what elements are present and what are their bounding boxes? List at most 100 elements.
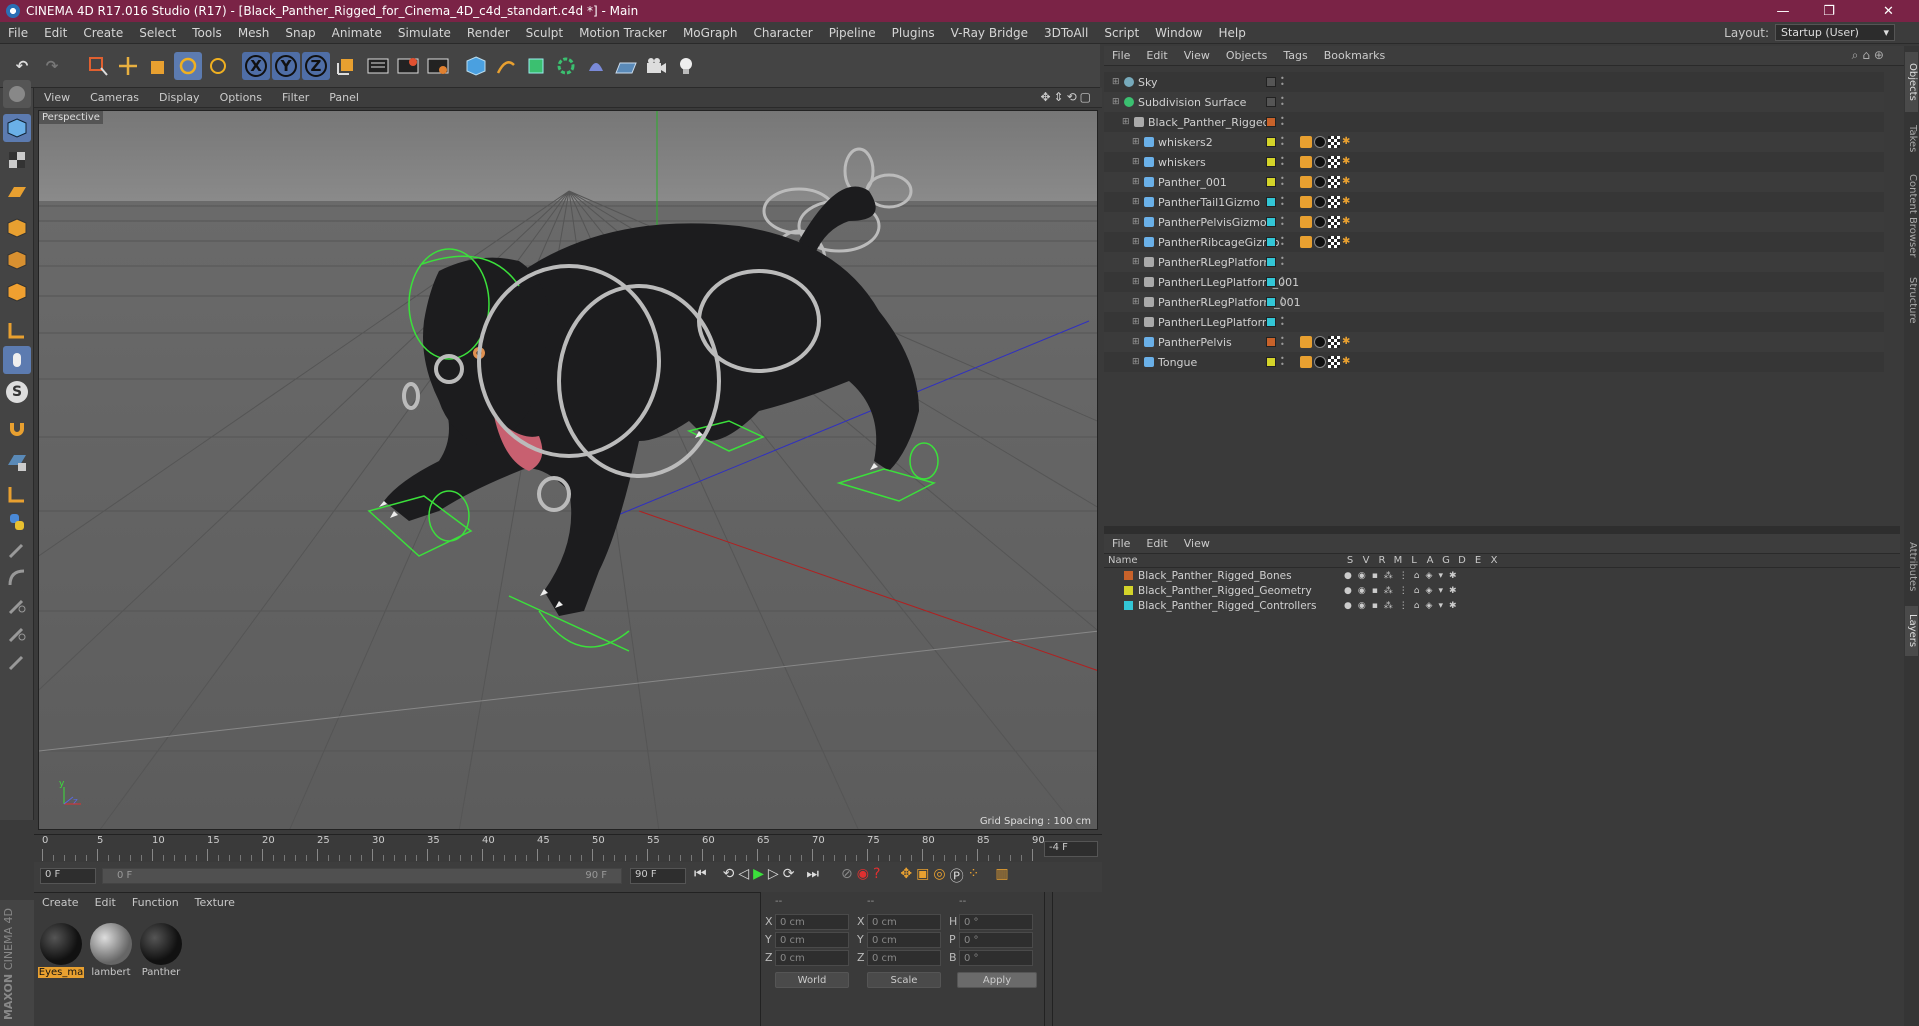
tag-icons[interactable]: ✱ bbox=[1300, 136, 1354, 148]
subdivision-surface-icon[interactable] bbox=[522, 52, 550, 80]
visibility-dots-icon[interactable]: • • bbox=[1280, 295, 1285, 309]
camera-icon[interactable] bbox=[642, 52, 670, 80]
expand-icon[interactable]: ⊞ bbox=[1132, 237, 1140, 247]
tag-icons[interactable]: ✱ bbox=[1300, 236, 1354, 248]
visibility-dots-icon[interactable]: • • bbox=[1280, 175, 1285, 189]
visibility-dots-icon[interactable]: • • bbox=[1280, 335, 1285, 349]
key-rotation-icon[interactable]: ◎ bbox=[933, 866, 945, 886]
menu-sculpt[interactable]: Sculpt bbox=[518, 26, 571, 40]
layer-color-swatch[interactable] bbox=[1266, 357, 1276, 367]
perspective-viewport[interactable]: Perspective Grid Spacing : 100 cm y z bbox=[38, 110, 1098, 830]
twist-tool-icon[interactable] bbox=[3, 592, 31, 620]
objects-menu-edit[interactable]: Edit bbox=[1138, 49, 1175, 62]
object-row[interactable]: ⊞ PantherPelvisGizmo • • ✱ bbox=[1104, 212, 1884, 232]
smooth-tool-icon[interactable] bbox=[3, 648, 31, 676]
end-frame-field[interactable]: 90 F bbox=[630, 868, 686, 884]
autokey-icon[interactable]: ? bbox=[873, 866, 880, 886]
layer-row[interactable]: Black_Panther_Rigged_Controllers ●◉▪⁂⋮⌂◈▾… bbox=[1104, 598, 1884, 613]
menu-edit[interactable]: Edit bbox=[36, 26, 75, 40]
menu-tools[interactable]: Tools bbox=[184, 26, 230, 40]
visibility-dots-icon[interactable]: • • bbox=[1280, 195, 1285, 209]
live-selection-icon[interactable] bbox=[84, 52, 112, 80]
object-row[interactable]: ⊞ PantherTail1Gizmo • • ✱ bbox=[1104, 192, 1884, 212]
menu-plugins[interactable]: Plugins bbox=[884, 26, 943, 40]
move-tool-icon[interactable] bbox=[114, 52, 142, 80]
objects-menu-bookmarks[interactable]: Bookmarks bbox=[1316, 49, 1393, 62]
menu-mograph[interactable]: MoGraph bbox=[675, 26, 746, 40]
material-menu-function[interactable]: Function bbox=[124, 896, 187, 909]
expand-icon[interactable]: ⊞ bbox=[1132, 277, 1140, 287]
expand-icon[interactable]: ⊞ bbox=[1132, 197, 1140, 207]
menu-create[interactable]: Create bbox=[75, 26, 131, 40]
menu-window[interactable]: Window bbox=[1147, 26, 1210, 40]
bend-tool-icon[interactable] bbox=[3, 564, 31, 592]
timeline-ruler[interactable]: 0 5 10 15 20 25 30 35 40 45 50 55 60 65 70 75 80 85 90 -4 … bbox=[34, 834, 1102, 862]
visibility-dots-icon[interactable]: • • bbox=[1280, 235, 1285, 249]
viewport-menu-display[interactable]: Display bbox=[149, 91, 210, 104]
key-position-icon[interactable]: ✥ bbox=[900, 866, 912, 886]
cube-primitive-icon[interactable] bbox=[462, 52, 490, 80]
make-editable-icon[interactable] bbox=[3, 80, 31, 108]
layer-color-swatch[interactable] bbox=[1266, 337, 1276, 347]
layer-toggle-icons[interactable]: ●◉▪⁂⋮⌂◈▾✱ bbox=[1344, 601, 1463, 611]
current-frame-readout[interactable]: -4 F bbox=[1044, 841, 1098, 857]
menu-animate[interactable]: Animate bbox=[324, 26, 390, 40]
material-eyes[interactable]: Eyes_ma bbox=[38, 921, 84, 983]
visibility-dots-icon[interactable]: • • bbox=[1280, 215, 1285, 229]
layer-color-swatch[interactable] bbox=[1124, 586, 1133, 595]
viewport-menu-filter[interactable]: Filter bbox=[272, 91, 319, 104]
layer-row[interactable]: Black_Panther_Rigged_Bones ●◉▪⁂⋮⌂◈▾✱ bbox=[1104, 568, 1884, 583]
apply-button[interactable]: Apply bbox=[957, 972, 1037, 988]
tag-icons[interactable]: ✱ bbox=[1300, 176, 1354, 188]
menu-help[interactable]: Help bbox=[1210, 26, 1253, 40]
tweak-mode-icon[interactable] bbox=[3, 346, 31, 374]
coordinate-space-dropdown[interactable]: World bbox=[775, 972, 849, 988]
object-row[interactable]: ⊞ PantherRLegPlatform_001 • • bbox=[1104, 292, 1884, 312]
tab-layers[interactable]: Layers bbox=[1905, 606, 1918, 656]
menu-select[interactable]: Select bbox=[131, 26, 184, 40]
layer-color-swatch[interactable] bbox=[1266, 317, 1276, 327]
viewport-menu-cameras[interactable]: Cameras bbox=[80, 91, 149, 104]
menu-snap[interactable]: Snap bbox=[277, 26, 323, 40]
layer-color-swatch[interactable] bbox=[1266, 97, 1276, 107]
floor-icon[interactable] bbox=[612, 52, 640, 80]
layer-row[interactable]: Black_Panther_Rigged_Geometry ●◉▪⁂⋮⌂◈▾✱ bbox=[1104, 583, 1884, 598]
tag-icons[interactable]: ✱ bbox=[1300, 336, 1354, 348]
tab-attributes[interactable]: Attributes bbox=[1905, 532, 1918, 602]
viewport-menu-options[interactable]: Options bbox=[210, 91, 272, 104]
material-menu-texture[interactable]: Texture bbox=[187, 896, 243, 909]
pen-spline-icon[interactable] bbox=[492, 52, 520, 80]
key-parameter-icon[interactable]: Ⓟ bbox=[950, 866, 964, 886]
expand-icon[interactable]: ⊞ bbox=[1132, 217, 1140, 227]
layers-menu-view[interactable]: View bbox=[1176, 537, 1218, 550]
coordinate-input[interactable]: 0 cm bbox=[867, 950, 941, 966]
go-to-end-icon[interactable]: ⏭ bbox=[806, 866, 819, 886]
key-pla-icon[interactable]: ⁘ bbox=[968, 866, 980, 886]
tab-content-browser[interactable]: Content Browser bbox=[1905, 166, 1918, 266]
visibility-dots-icon[interactable]: • • bbox=[1280, 75, 1285, 89]
maximize-button[interactable]: ❐ bbox=[1806, 0, 1852, 22]
render-picture-viewer-icon[interactable] bbox=[394, 52, 422, 80]
menu-pipeline[interactable]: Pipeline bbox=[821, 26, 884, 40]
z-axis-lock[interactable]: Z bbox=[302, 52, 330, 80]
planar-workplane-icon[interactable] bbox=[3, 480, 31, 508]
material-menu-edit[interactable]: Edit bbox=[87, 896, 124, 909]
next-key-icon[interactable]: ⟳ bbox=[783, 866, 795, 886]
coordinate-input[interactable]: 0 cm bbox=[775, 914, 849, 930]
object-row[interactable]: ⊞ whiskers2 • • ✱ bbox=[1104, 132, 1884, 152]
recent-tool-icon[interactable] bbox=[204, 52, 232, 80]
expand-icon[interactable]: ⊞ bbox=[1112, 77, 1120, 87]
layer-color-swatch[interactable] bbox=[1266, 217, 1276, 227]
material-menu-create[interactable]: Create bbox=[34, 896, 87, 909]
layer-color-swatch[interactable] bbox=[1266, 297, 1276, 307]
object-row[interactable]: ⊞ Panther_001 • • ✱ bbox=[1104, 172, 1884, 192]
scale-tool-icon[interactable] bbox=[144, 52, 172, 80]
object-manager-search-icon[interactable]: ⌕⌂⊕ bbox=[1852, 48, 1888, 63]
render-view-icon[interactable] bbox=[364, 52, 392, 80]
tag-icons[interactable]: ✱ bbox=[1300, 216, 1354, 228]
expand-icon[interactable]: ⊞ bbox=[1132, 317, 1140, 327]
layer-color-swatch[interactable] bbox=[1266, 117, 1276, 127]
object-row[interactable]: ⊞ Tongue • • ✱ bbox=[1104, 352, 1884, 372]
objects-menu-tags[interactable]: Tags bbox=[1275, 49, 1315, 62]
expand-icon[interactable]: ⊞ bbox=[1132, 177, 1140, 187]
